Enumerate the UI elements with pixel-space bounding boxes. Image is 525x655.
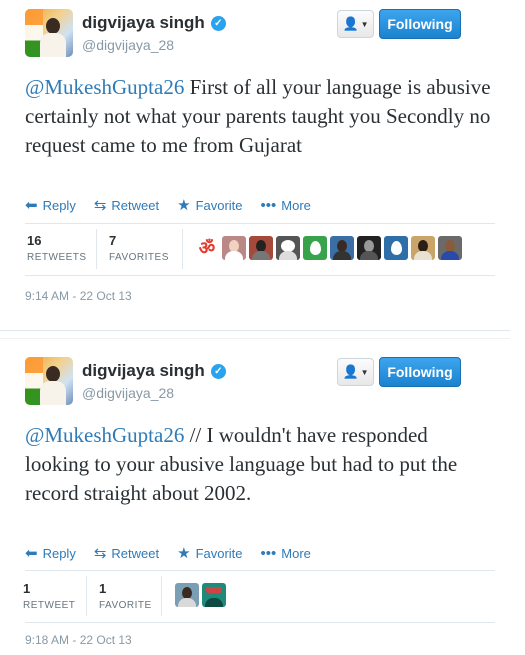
tweet-divider	[0, 330, 510, 331]
tweet-timestamp[interactable]: 9:18 AM - 22 Oct 13	[25, 633, 132, 647]
stats-divider-top	[25, 223, 495, 224]
avatar[interactable]	[25, 357, 73, 405]
author-name[interactable]: digvijaya singh	[82, 361, 205, 381]
retweet-button[interactable]: ⇆ Retweet	[94, 544, 159, 562]
retweet-count-label: RETWEETS	[27, 252, 87, 263]
tweet-timestamp[interactable]: 9:14 AM - 22 Oct 13	[25, 289, 132, 303]
stats-divider-top	[25, 570, 495, 571]
favoriter-avatar[interactable]	[411, 236, 435, 260]
favorite-label: Favorite	[195, 197, 243, 213]
user-icon: 👤	[342, 16, 359, 31]
stat-separator	[182, 229, 183, 269]
favorite-label: Favorite	[195, 545, 243, 561]
tweet-text: @MukeshGupta26 First of all your languag…	[25, 73, 495, 160]
user-actions-dropdown[interactable]: 👤 ▼	[337, 10, 374, 38]
user-actions-dropdown[interactable]: 👤 ▼	[337, 358, 374, 386]
more-button[interactable]: ••• More	[261, 545, 311, 562]
favoriter-avatar[interactable]	[276, 236, 300, 260]
favoriter-avatar[interactable]	[384, 236, 408, 260]
retweet-count[interactable]: 16 RETWEETS	[27, 233, 87, 263]
retweet-label: Retweet	[111, 197, 160, 213]
tweet-text: @MukeshGupta26 // I wouldn't have respon…	[25, 421, 495, 508]
reply-label: Reply	[42, 197, 76, 213]
favorite-count-number: 7	[109, 233, 117, 248]
mention-link[interactable]: @MukeshGupta26	[25, 423, 184, 447]
chevron-down-icon: ▼	[360, 367, 369, 377]
reply-button[interactable]: ⬅ Reply	[25, 544, 76, 562]
author-name[interactable]: digvijaya singh	[82, 13, 205, 33]
more-label: More	[281, 197, 311, 213]
author-handle[interactable]: @digvijaya_28	[82, 385, 174, 401]
favoriter-avatar[interactable]	[222, 236, 246, 260]
stat-separator	[161, 576, 162, 616]
reply-arrow-icon: ⬅	[25, 545, 38, 562]
retweet-button[interactable]: ⇆ Retweet	[94, 196, 159, 214]
favorite-count-label: FAVORITE	[99, 600, 152, 611]
reply-label: Reply	[42, 545, 76, 561]
tweet-actions: ⬅ Reply ⇆ Retweet ★ Favorite ••• More	[25, 544, 329, 563]
favoriter-avatar[interactable]	[175, 583, 199, 607]
favorite-count-number: 1	[99, 581, 107, 596]
favoriter-avatar[interactable]	[202, 583, 226, 607]
tweet-divider	[0, 338, 510, 339]
author-name-row[interactable]: digvijaya singh ✓	[82, 361, 226, 381]
favoriter-avatar[interactable]	[357, 236, 381, 260]
more-button[interactable]: ••• More	[261, 197, 311, 214]
favorite-button[interactable]: ★ Favorite	[177, 544, 242, 562]
retweet-count-number: 1	[23, 581, 31, 596]
favoriter-avatar[interactable]	[303, 236, 327, 260]
mention-link[interactable]: @MukeshGupta26	[25, 75, 184, 99]
author-name-row[interactable]: digvijaya singh ✓	[82, 13, 226, 33]
favoriter-avatar[interactable]: ॐ	[195, 236, 219, 260]
favoriter-avatars: ॐ	[195, 236, 462, 260]
favorite-count[interactable]: 1 FAVORITE	[99, 581, 152, 611]
following-button[interactable]: Following	[379, 357, 461, 387]
verified-check-icon: ✓	[210, 15, 226, 31]
user-icon: 👤	[342, 364, 359, 379]
retweet-icon: ⇆	[93, 197, 107, 214]
avatar[interactable]	[25, 9, 73, 57]
retweet-count[interactable]: 1 RETWEET	[23, 581, 75, 611]
tweet-card: digvijaya singh ✓ @digvijaya_28 👤 ▼ Follo…	[0, 0, 510, 318]
retweet-label: Retweet	[111, 545, 160, 561]
favoriter-avatar[interactable]	[438, 236, 462, 260]
stats-divider-bottom	[25, 622, 495, 623]
retweet-icon: ⇆	[93, 545, 107, 562]
favorite-count-label: FAVORITES	[109, 252, 169, 263]
retweet-count-label: RETWEET	[23, 600, 76, 611]
stats-divider-bottom	[25, 275, 495, 276]
more-label: More	[281, 545, 311, 561]
verified-check-icon: ✓	[210, 363, 226, 379]
tweet-card: digvijaya singh ✓ @digvijaya_28 👤 ▼ Follo…	[0, 348, 510, 655]
favorite-button[interactable]: ★ Favorite	[177, 196, 242, 214]
reply-arrow-icon: ⬅	[25, 197, 38, 214]
ellipsis-icon: •••	[260, 544, 277, 562]
tweet-actions: ⬅ Reply ⇆ Retweet ★ Favorite ••• More	[25, 196, 329, 215]
author-handle[interactable]: @digvijaya_28	[82, 37, 174, 53]
favoriter-avatar[interactable]	[249, 236, 273, 260]
star-icon: ★	[177, 197, 191, 214]
favoriter-avatars	[175, 583, 226, 607]
favoriter-avatar[interactable]	[330, 236, 354, 260]
star-icon: ★	[177, 545, 191, 562]
reply-button[interactable]: ⬅ Reply	[25, 196, 76, 214]
following-button[interactable]: Following	[379, 9, 461, 39]
chevron-down-icon: ▼	[360, 19, 369, 29]
favorite-count[interactable]: 7 FAVORITES	[109, 233, 169, 263]
retweet-count-number: 16	[27, 233, 42, 248]
stat-separator	[96, 229, 97, 269]
ellipsis-icon: •••	[260, 196, 277, 214]
stat-separator	[86, 576, 87, 616]
